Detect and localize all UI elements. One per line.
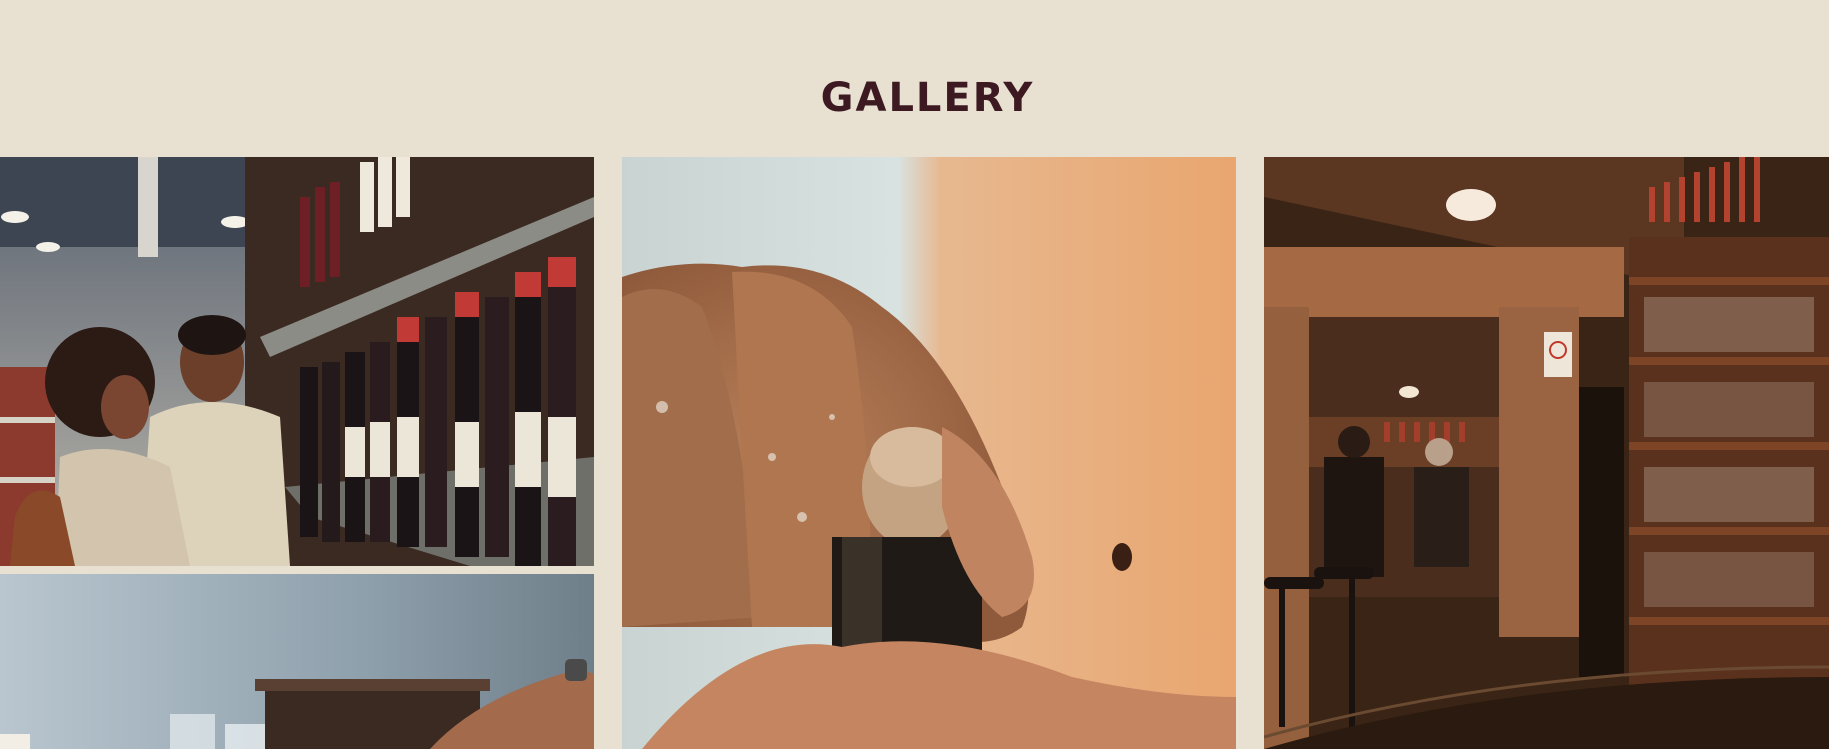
cork-hand-graphic <box>622 157 1236 749</box>
couple-photo-graphic <box>0 157 594 566</box>
gallery-title: GALLERY <box>820 75 1035 121</box>
hand-opening-bottle-cork-photo[interactable] <box>622 157 1236 749</box>
wine-glasses-bar-photo[interactable] <box>0 574 594 749</box>
cellar-interior-graphic <box>1264 157 1829 749</box>
wine-glasses-graphic <box>0 574 594 749</box>
gallery-section: GALLERY <box>0 0 1829 749</box>
wine-bar-cellar-interior-photo[interactable] <box>1264 157 1829 749</box>
couple-choosing-wine-photo[interactable] <box>0 157 594 566</box>
